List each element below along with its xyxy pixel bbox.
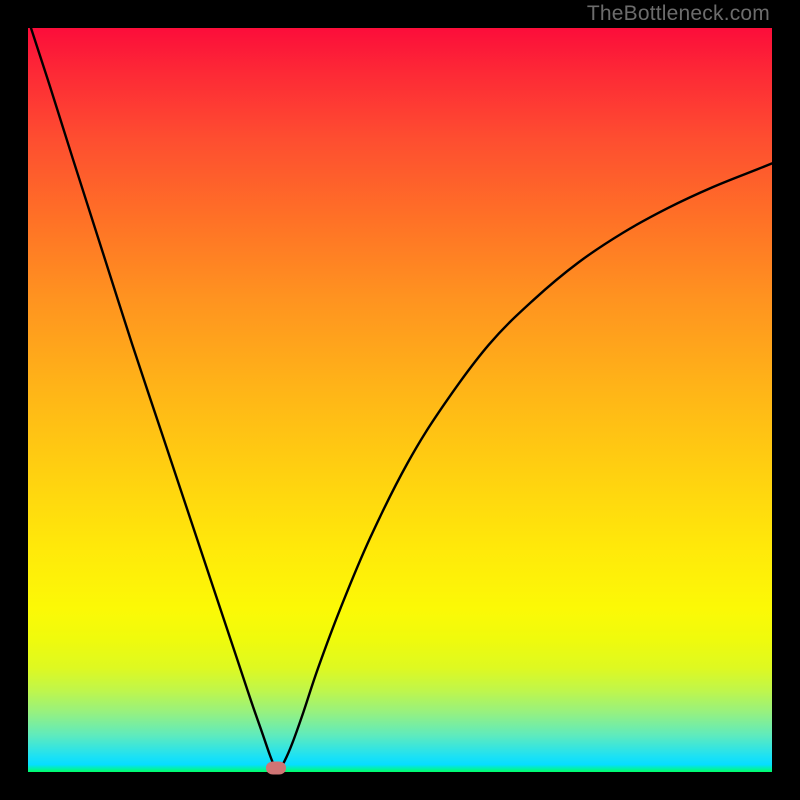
plot-area	[28, 28, 772, 772]
chart-frame: TheBottleneck.com	[0, 0, 800, 800]
bottleneck-curve	[28, 28, 772, 772]
attribution-label: TheBottleneck.com	[587, 2, 770, 26]
optimum-marker	[266, 762, 286, 775]
